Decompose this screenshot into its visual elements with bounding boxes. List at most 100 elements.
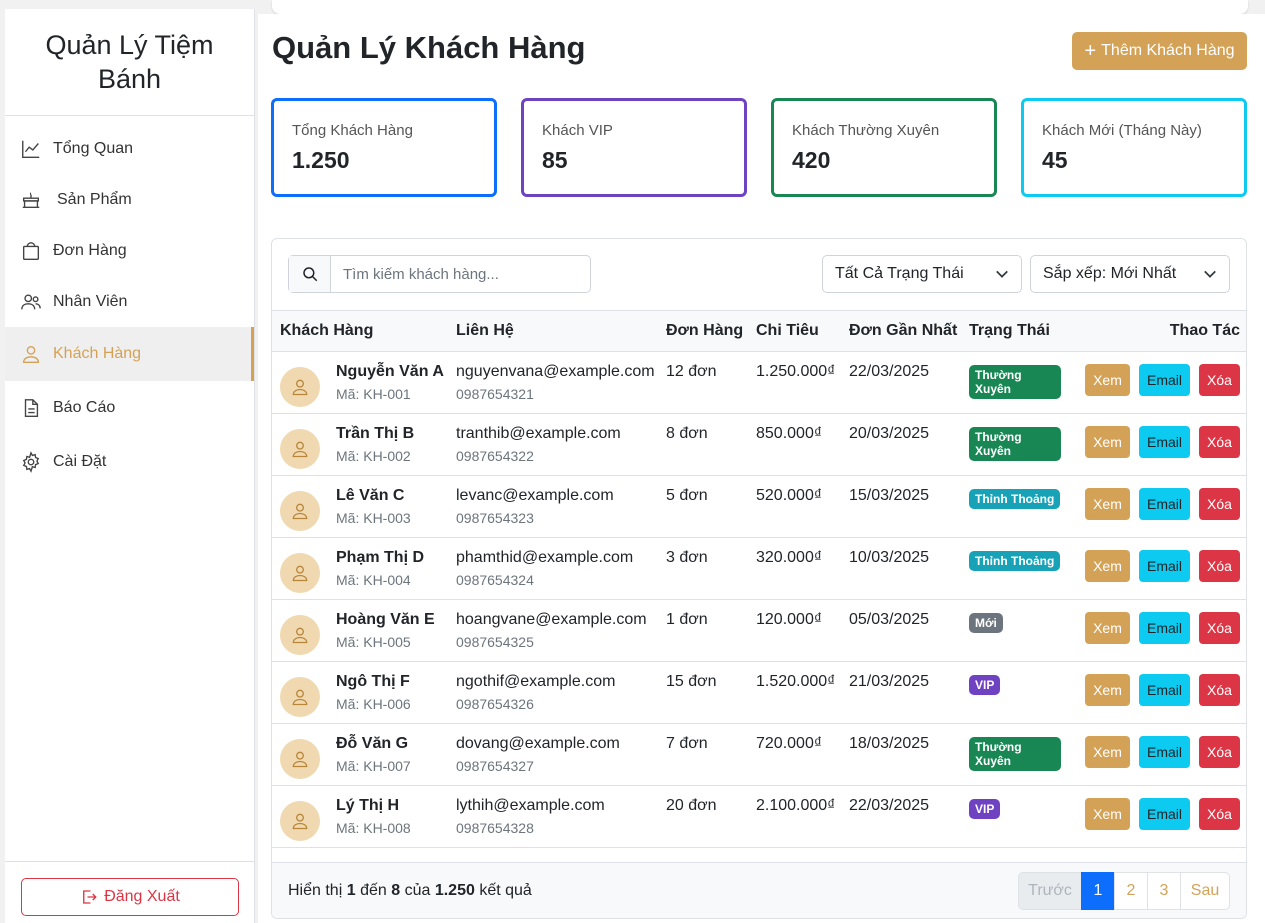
customer-name[interactable]: Trần Thị B	[336, 425, 414, 443]
avatar	[280, 367, 320, 407]
customer-email: nguyenvana@example.com	[456, 363, 655, 380]
status-filter-value: Tất Cả Trạng Thái	[835, 265, 964, 282]
logout-button[interactable]: Đăng Xuất	[21, 878, 239, 916]
view-button[interactable]: Xem	[1085, 798, 1130, 830]
email-button[interactable]: Email	[1139, 550, 1190, 582]
actions-cell: Xem Email Xóa	[1061, 414, 1246, 476]
stat-value: 45	[1042, 147, 1068, 173]
delete-button[interactable]: Xóa	[1199, 798, 1240, 830]
spent-cell: 520.000₫	[756, 487, 823, 504]
actions-cell: Xem Email Xóa	[1061, 352, 1246, 414]
view-button[interactable]: Xem	[1085, 364, 1130, 396]
column-header[interactable]: Trạng Thái	[961, 311, 1061, 352]
delete-button[interactable]: Xóa	[1199, 674, 1240, 706]
user-icon	[292, 565, 308, 582]
table-row: Lý Thị H Mã: KH-008 lythih@example.com 0987…	[272, 786, 1246, 848]
column-header[interactable]: Đơn Hàng	[658, 311, 748, 352]
orders-cell: 1 đơn	[666, 611, 708, 628]
sidebar-footer: Đăng Xuất	[5, 861, 254, 923]
user-icon	[19, 342, 43, 366]
customer-phone: 0987654325	[456, 634, 534, 650]
email-button[interactable]: Email	[1139, 488, 1190, 520]
delete-button[interactable]: Xóa	[1199, 612, 1240, 644]
status-cell: Mới	[961, 600, 1061, 662]
email-button[interactable]: Email	[1139, 612, 1190, 644]
status-cell: Thỉnh Thoảng	[961, 476, 1061, 538]
email-button[interactable]: Email	[1139, 674, 1190, 706]
view-button[interactable]: Xem	[1085, 426, 1130, 458]
status-badge: Mới	[969, 613, 1003, 633]
delete-button[interactable]: Xóa	[1199, 488, 1240, 520]
customer-name[interactable]: Nguyễn Văn A	[336, 363, 444, 381]
last-order-cell: 15/03/2025	[849, 487, 930, 504]
actions-cell: Xem Email Xóa	[1061, 786, 1246, 848]
view-button[interactable]: Xem	[1085, 612, 1130, 644]
summary-text: của	[404, 882, 431, 899]
email-button[interactable]: Email	[1139, 798, 1190, 830]
sort-select[interactable]: Sắp xếp: Mới Nhất	[1030, 255, 1230, 293]
email-button[interactable]: Email	[1139, 736, 1190, 768]
add-customer-label: Thêm Khách Hàng	[1101, 42, 1235, 59]
pagination-page-3[interactable]: 3	[1147, 872, 1181, 910]
status-filter-select[interactable]: Tất Cả Trạng Thái	[822, 255, 1022, 293]
customer-name[interactable]: Hoàng Văn E	[336, 611, 435, 629]
table-header-row: Khách Hàng Liên Hệ Đơn Hàng Chi Tiêu Đơn…	[272, 310, 1246, 352]
contact-cell: lythih@example.com 0987654328	[448, 786, 658, 848]
customer-name[interactable]: Ngô Thị F	[336, 673, 411, 691]
pagination-page-1[interactable]: 1	[1081, 872, 1115, 910]
view-button[interactable]: Xem	[1085, 488, 1130, 520]
customer-name[interactable]: Lý Thị H	[336, 797, 411, 815]
stat-card-regular: Khách Thường Xuyên 420	[771, 98, 997, 197]
view-button[interactable]: Xem	[1085, 550, 1130, 582]
add-customer-button[interactable]: + Thêm Khách Hàng	[1072, 32, 1247, 70]
status-badge: Thường Xuyên	[969, 427, 1061, 461]
orders-cell: 20 đơn	[666, 797, 717, 814]
delete-button[interactable]: Xóa	[1199, 364, 1240, 396]
sidebar-item-staff[interactable]: Nhân Viên	[5, 276, 254, 327]
status-cell: Thường Xuyên	[961, 352, 1061, 414]
sidebar-nav: Tổng Quan Sản Phẩm Đơn Hàng Nhân Viên Kh…	[5, 116, 254, 489]
status-cell: Thường Xuyên	[961, 724, 1061, 786]
user-icon	[292, 689, 308, 706]
file-icon	[19, 396, 43, 420]
view-button[interactable]: Xem	[1085, 736, 1130, 768]
customer-phone: 0987654321	[456, 386, 534, 402]
sidebar-item-orders[interactable]: Đơn Hàng	[5, 225, 254, 276]
sidebar-item-settings[interactable]: Cài Đặt	[5, 435, 254, 489]
status-badge: Thường Xuyên	[969, 737, 1061, 771]
customer-name[interactable]: Lê Văn C	[336, 487, 411, 505]
avatar	[280, 677, 320, 717]
pagination-prev[interactable]: Trước	[1018, 872, 1082, 910]
sidebar-item-label: Cài Đặt	[53, 453, 107, 470]
sidebar-item-customers[interactable]: Khách Hàng	[5, 327, 254, 381]
actions-cell: Xem Email Xóa	[1061, 538, 1246, 600]
table-row: Hoàng Văn E Mã: KH-005 hoangvane@example.c…	[272, 600, 1246, 662]
user-icon	[292, 379, 308, 396]
delete-button[interactable]: Xóa	[1199, 736, 1240, 768]
customer-name[interactable]: Phạm Thị D	[336, 549, 424, 567]
view-button[interactable]: Xem	[1085, 674, 1130, 706]
delete-button[interactable]: Xóa	[1199, 426, 1240, 458]
stat-value: 420	[792, 147, 831, 173]
email-button[interactable]: Email	[1139, 426, 1190, 458]
column-header[interactable]: Liên Hệ	[448, 311, 658, 352]
delete-button[interactable]: Xóa	[1199, 550, 1240, 582]
table-row: Ngô Thị F Mã: KH-006 ngothif@example.com 09…	[272, 662, 1246, 724]
pagination-next[interactable]: Sau	[1180, 872, 1230, 910]
contact-cell: levanc@example.com 0987654323	[448, 476, 658, 538]
search-input[interactable]	[331, 256, 590, 292]
customer-name[interactable]: Đỗ Văn G	[336, 735, 411, 753]
sidebar-item-label: Đơn Hàng	[53, 241, 127, 259]
sidebar-item-reports[interactable]: Báo Cáo	[5, 381, 254, 435]
customer-code: Mã: KH-005	[336, 634, 411, 650]
column-header[interactable]: Chi Tiêu	[748, 311, 841, 352]
sidebar-item-overview[interactable]: Tổng Quan	[5, 123, 254, 174]
column-header[interactable]: Khách Hàng	[272, 311, 448, 352]
orders-cell: 5 đơn	[666, 487, 708, 504]
column-header[interactable]: Đơn Gần Nhất	[841, 311, 961, 352]
pagination-page-2[interactable]: 2	[1114, 872, 1148, 910]
sidebar-item-products[interactable]: Sản Phẩm	[5, 174, 254, 225]
email-button[interactable]: Email	[1139, 364, 1190, 396]
search-icon[interactable]	[289, 256, 331, 292]
stat-label: Khách Mới (Tháng Này)	[1042, 122, 1202, 139]
